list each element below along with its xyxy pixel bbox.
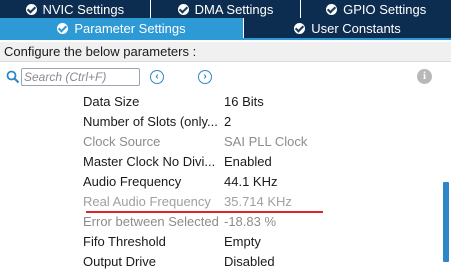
arrow-left-circle-icon[interactable]: ‹ xyxy=(150,70,164,84)
check-circle-icon xyxy=(57,22,69,34)
param-name: Real Audio Frequency xyxy=(83,194,211,209)
tab-label: GPIO Settings xyxy=(343,1,427,17)
param-name: Clock Source xyxy=(83,134,161,149)
arrow-right-circle-icon[interactable]: › xyxy=(198,70,212,84)
param-value[interactable]: Empty xyxy=(224,232,261,252)
scrollbar-thumb[interactable] xyxy=(443,182,449,262)
param-value: 35.714 KHz xyxy=(224,194,292,209)
search-input[interactable] xyxy=(21,68,140,86)
check-circle-icon xyxy=(326,3,338,15)
tab-label: NVIC Settings xyxy=(42,1,125,17)
tab-gpio-settings[interactable]: GPIO Settings xyxy=(301,0,451,18)
param-name: Output Drive xyxy=(83,254,156,269)
tab-label: DMA Settings xyxy=(194,1,274,17)
tab-label: Parameter Settings xyxy=(74,20,186,36)
param-value[interactable]: 44.1 KHz xyxy=(224,172,277,192)
param-name: Data Size xyxy=(83,94,140,109)
check-circle-icon xyxy=(294,22,306,34)
param-value[interactable]: Disabled xyxy=(224,252,275,271)
info-icon[interactable]: i xyxy=(417,69,432,84)
param-value: -18.83 % xyxy=(224,214,277,229)
tab-divider xyxy=(0,38,451,40)
param-name: Master Clock No Divi... xyxy=(83,154,216,169)
param-value[interactable]: Enabled xyxy=(224,152,272,172)
param-row-data-size[interactable]: Data Size 16 Bits xyxy=(0,92,440,112)
parameter-list: Data Size 16 Bits Number of Slots (only.… xyxy=(0,92,440,271)
param-row-fifo-threshold[interactable]: Fifo Threshold Empty xyxy=(0,232,440,252)
param-row-real-audio-frequency: Real Audio Frequency 35.714 KHz xyxy=(0,192,440,212)
param-value[interactable]: 2 xyxy=(224,112,231,132)
param-name: Error between Selected ... xyxy=(83,214,219,229)
param-name: Fifo Threshold xyxy=(83,234,166,249)
tab-label: User Constants xyxy=(311,20,401,36)
check-circle-icon xyxy=(25,3,37,15)
tab-parameter-settings[interactable]: Parameter Settings xyxy=(0,18,244,38)
tab-row-top: NVIC Settings DMA Settings GPIO Settings xyxy=(0,0,451,18)
param-row-clock-source: Clock Source SAI PLL Clock xyxy=(0,132,440,152)
search-icon[interactable] xyxy=(6,70,20,84)
param-row-error-between-selected: Error between Selected ... -18.83 % xyxy=(0,212,440,232)
param-row-output-drive[interactable]: Output Drive Disabled xyxy=(0,252,440,271)
param-name: Number of Slots (only... xyxy=(83,114,218,129)
check-circle-icon xyxy=(177,3,189,15)
highlight-underline xyxy=(86,211,323,213)
tab-row-bottom: Parameter Settings User Constants xyxy=(0,18,451,38)
tab-user-constants[interactable]: User Constants xyxy=(244,18,451,38)
param-name: Audio Frequency xyxy=(83,174,182,189)
tab-nvic-settings[interactable]: NVIC Settings xyxy=(0,0,151,18)
tab-dma-settings[interactable]: DMA Settings xyxy=(150,0,302,18)
param-value: SAI PLL Clock xyxy=(224,134,308,149)
param-value[interactable]: 16 Bits xyxy=(224,92,264,112)
param-row-master-clock-no-divider[interactable]: Master Clock No Divi... Enabled xyxy=(0,152,440,172)
search-toolbar: ‹ › i xyxy=(0,66,451,90)
param-row-number-of-slots[interactable]: Number of Slots (only... 2 xyxy=(0,112,440,132)
configure-header: Configure the below parameters : xyxy=(0,42,451,62)
param-row-audio-frequency[interactable]: Audio Frequency 44.1 KHz xyxy=(0,172,440,192)
